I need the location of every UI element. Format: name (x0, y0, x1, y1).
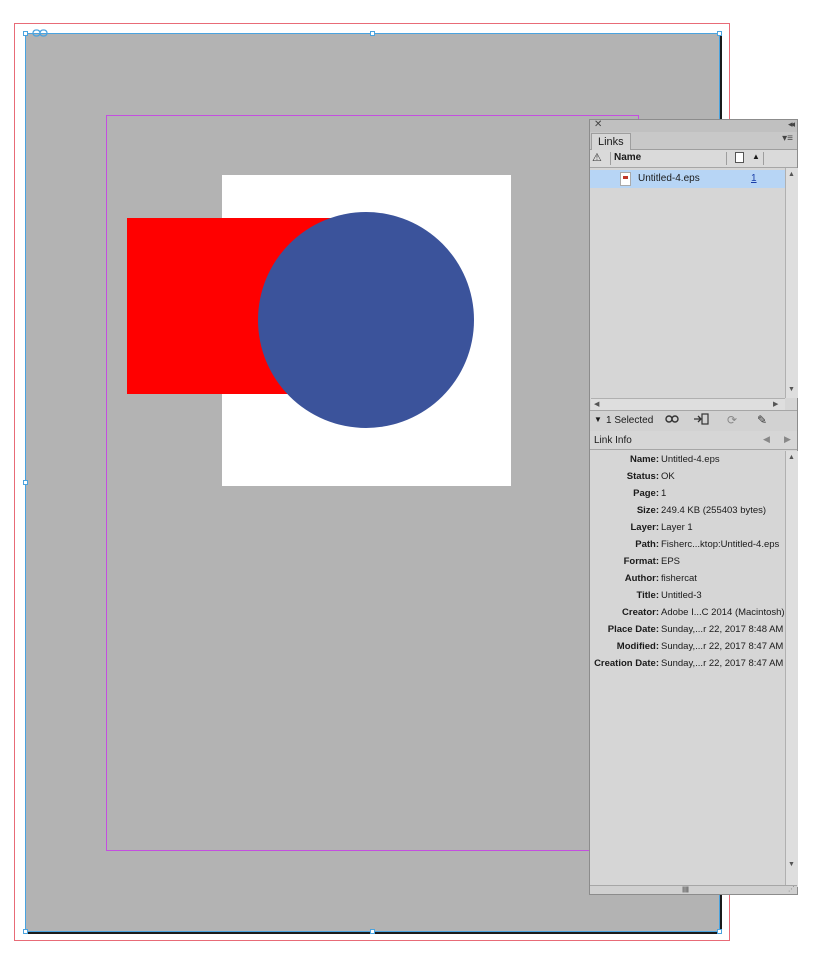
info-row-modified: Modified: Sunday,...r 22, 2017 8:47 AM (590, 638, 785, 655)
links-list[interactable]: Untitled-4.eps 1 (590, 168, 785, 398)
info-value: Sunday,...r 22, 2017 8:47 AM (661, 658, 784, 669)
panel-tab-row: Links ▾≡ (590, 132, 797, 150)
links-list-scrollbar[interactable]: ▲ ▼ (785, 168, 798, 398)
page-shadow-bottom (28, 932, 722, 934)
selected-count: 1 Selected (606, 415, 654, 426)
disclosure-triangle-icon[interactable]: ▼ (594, 415, 602, 424)
info-row-creator: Creator: Adobe I...C 2014 (Macintosh) (590, 604, 785, 621)
info-value: 249.4 KB (255403 bytes) (661, 505, 767, 516)
info-value: Layer 1 (661, 522, 693, 533)
info-label: Path: (635, 539, 659, 550)
eps-file-icon (620, 172, 631, 186)
info-value: fishercat (661, 573, 697, 584)
grip-icon: ||||||||||| (682, 887, 689, 893)
info-row-title: Title: Untitled-3 (590, 587, 785, 604)
links-list-hscrollbar[interactable]: ◀ ▶ (591, 398, 785, 410)
scroll-right-icon[interactable]: ▶ (773, 400, 778, 408)
link-row-name: Untitled-4.eps (638, 173, 700, 184)
link-info-header[interactable]: Link Info ◀ ▶ (590, 431, 797, 450)
handle-middle-left[interactable] (23, 480, 28, 485)
info-row-place-date: Place Date: Sunday,...r 22, 2017 8:48 AM (590, 621, 785, 638)
column-divider (610, 152, 611, 165)
blue-circle-shape[interactable] (258, 212, 474, 428)
links-column-header: ⚠ Name ▲ (590, 150, 797, 168)
info-value: Fisherc...ktop:Untitled-4.eps (661, 539, 780, 550)
info-row-path: Path: Fisherc...ktop:Untitled-4.eps (590, 536, 785, 553)
page-icon[interactable] (735, 152, 744, 163)
info-label: Size: (636, 505, 659, 516)
info-label: Layer: (630, 522, 659, 533)
info-label: Modified: (616, 641, 659, 652)
info-value: Adobe I...C 2014 (Macintosh) (661, 607, 785, 618)
info-row-size: Size: 249.4 KB (255403 bytes) (590, 502, 785, 519)
previous-link-icon[interactable]: ◀ (763, 434, 770, 445)
sort-up-icon[interactable]: ▲ (752, 152, 760, 161)
info-row-author: Author: fishercat (590, 570, 785, 587)
column-divider (763, 152, 764, 165)
link-info-title: Link Info (594, 435, 632, 446)
link-info-fields: Name: Untitled-4.eps Status: OK Page: 1 … (590, 451, 785, 887)
update-link-icon[interactable]: ⟳ (724, 413, 740, 427)
info-value: Sunday,...r 22, 2017 8:47 AM (661, 641, 784, 652)
info-label: Status: (626, 471, 659, 482)
link-row-page-link[interactable]: 1 (751, 173, 757, 184)
info-label: Page: (633, 488, 659, 499)
info-row-layer: Layer: Layer 1 (590, 519, 785, 536)
scroll-down-icon[interactable]: ▼ (788, 386, 795, 393)
scroll-up-icon[interactable]: ▲ (788, 171, 795, 178)
info-row-format: Format: EPS (590, 553, 785, 570)
handle-bottom-right[interactable] (717, 929, 722, 934)
info-value: OK (661, 471, 675, 482)
tab-links[interactable]: Links (591, 133, 631, 150)
info-label: Creator: (622, 607, 659, 618)
info-label: Title: (636, 590, 659, 601)
close-icon[interactable]: ✕ (594, 119, 602, 130)
panel-resize-grip[interactable]: ||||||||||| ⋰ (590, 885, 797, 894)
column-divider (726, 152, 727, 165)
links-panel: ✕ ◂◂ Links ▾≡ ⚠ Name ▲ Untitled-4.eps 1 … (589, 119, 798, 895)
handle-top-left[interactable] (23, 31, 28, 36)
info-value: Untitled-3 (661, 590, 702, 601)
info-value: 1 (661, 488, 667, 499)
resize-corner-icon[interactable]: ⋰ (788, 885, 795, 893)
go-to-link-icon[interactable] (693, 413, 709, 427)
info-label: Place Date: (607, 624, 659, 635)
handle-bottom-center[interactable] (370, 929, 375, 934)
links-toolbar: ▼ 1 Selected ⟳ ✎ (590, 410, 797, 432)
scroll-left-icon[interactable]: ◀ (594, 400, 599, 408)
column-name-header[interactable]: Name (614, 152, 641, 163)
edit-original-icon[interactable]: ✎ (754, 413, 770, 427)
info-label: Format: (623, 556, 659, 567)
handle-top-right[interactable] (717, 31, 722, 36)
handle-top-center[interactable] (370, 31, 375, 36)
relink-icon[interactable] (664, 413, 680, 427)
double-chevron-icon[interactable]: ◂◂ (788, 119, 795, 130)
info-row-page: Page: 1 (590, 485, 785, 502)
warning-icon[interactable]: ⚠ (592, 151, 602, 164)
info-value: EPS (661, 556, 681, 567)
handle-bottom-left[interactable] (23, 929, 28, 934)
info-label: Creation Date: (594, 658, 659, 669)
link-info-scrollbar[interactable]: ▲ ▼ (785, 451, 798, 887)
info-row-status: Status: OK (590, 468, 785, 485)
info-value: Sunday,...r 22, 2017 8:48 AM (661, 624, 784, 635)
next-link-icon[interactable]: ▶ (784, 434, 791, 445)
info-label: Name: (629, 454, 659, 465)
link-row[interactable]: Untitled-4.eps 1 (590, 170, 785, 188)
scroll-down-icon[interactable]: ▼ (788, 861, 795, 868)
info-value: Untitled-4.eps (661, 454, 720, 465)
info-row-name: Name: Untitled-4.eps (590, 451, 785, 468)
info-row-creation-date: Creation Date: Sunday,...r 22, 2017 8:47… (590, 655, 785, 672)
link-badge-icon[interactable] (32, 28, 48, 38)
scroll-up-icon[interactable]: ▲ (788, 454, 795, 461)
info-label: Author: (624, 573, 659, 584)
panel-menu-icon[interactable]: ▾≡ (782, 133, 793, 144)
